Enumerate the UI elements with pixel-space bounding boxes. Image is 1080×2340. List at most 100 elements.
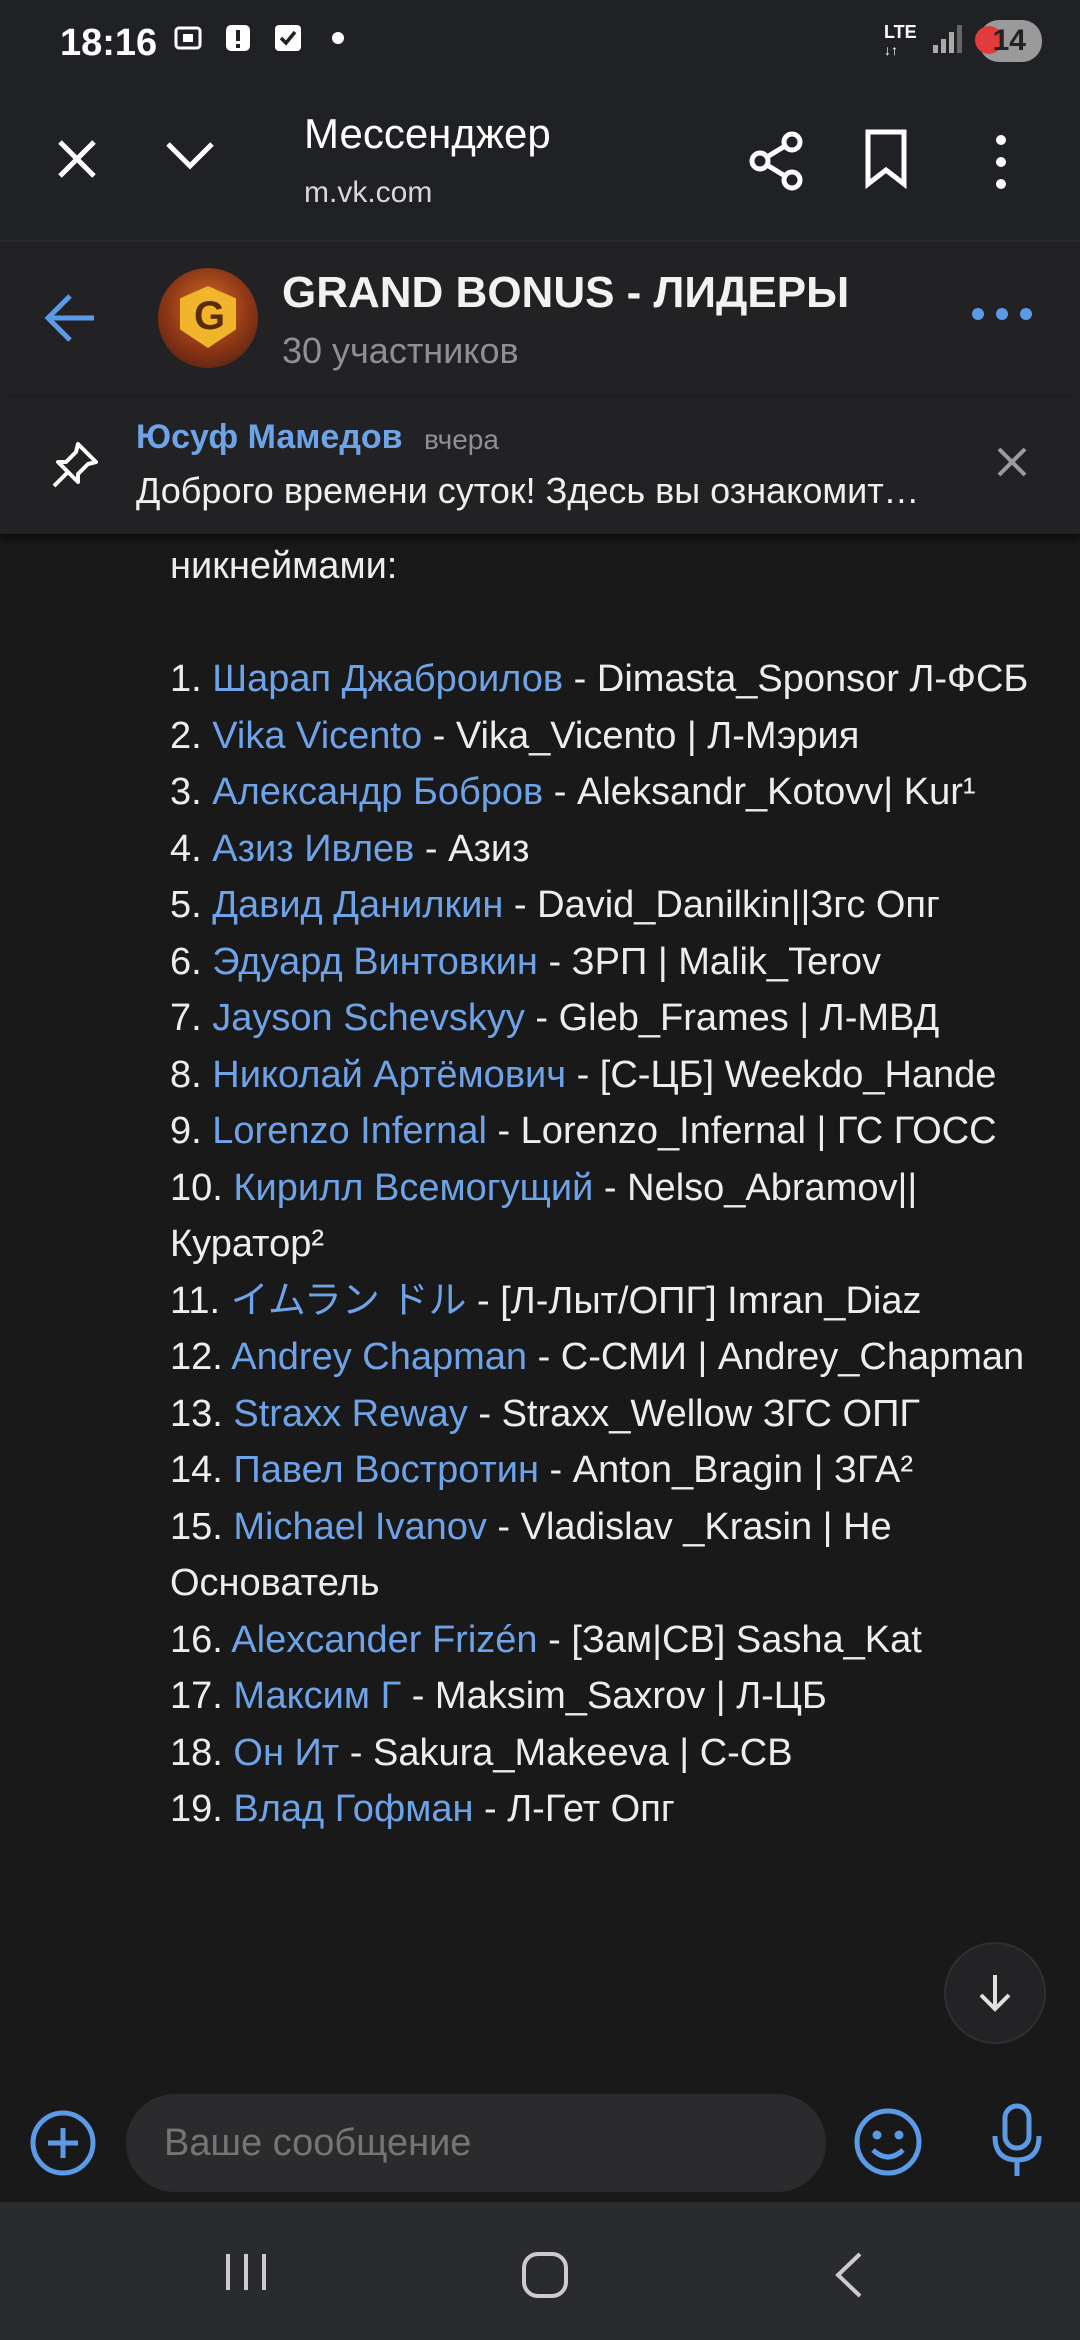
item-number: 9. — [170, 1110, 202, 1152]
member-link[interactable]: Давид Данилкин — [212, 884, 503, 926]
item-number: 6. — [170, 940, 202, 983]
page-url[interactable]: m.vk.com — [304, 176, 432, 210]
member-link[interactable]: Кирилл Всемогущий — [233, 1167, 593, 1209]
home-icon[interactable] — [520, 2250, 570, 2305]
dot-icon — [322, 22, 354, 54]
chat-header: G GRAND BONUS - ЛИДЕРЫ 30 участников — [0, 240, 1080, 400]
member-details: - Aleksandr_Kotovv| Kur¹ — [543, 771, 976, 813]
list-item: 6. Эдуард Винтовкин - ЗРП | Malik_Terov — [170, 934, 1050, 991]
member-details: - [Зам|СВ] Sasha_Kat — [537, 1618, 922, 1661]
list-item: 10. Кирилл Всемогущий - Nelso_Abramov|| … — [170, 1160, 1050, 1273]
member-details: - Азиз — [414, 827, 530, 870]
member-link[interactable]: Lorenzo Infernal — [212, 1110, 487, 1152]
item-number: 8. — [170, 1053, 202, 1096]
browser-toolbar: Мессенджер m.vk.com — [0, 88, 1080, 240]
item-number: 12. — [170, 1336, 223, 1378]
member-link[interactable]: Он Ит — [233, 1732, 339, 1774]
member-details: - Dimasta_Sponsor Л-ФСБ — [563, 658, 1029, 700]
item-number: 14. — [170, 1449, 223, 1491]
list-item: 18. Он Ит - Sakura_Makeeva | С-СВ — [170, 1725, 1050, 1782]
item-number: 15. — [170, 1505, 223, 1548]
pinned-author[interactable]: Юсуф Мамедов — [136, 418, 403, 457]
back-arrow-icon[interactable] — [40, 290, 100, 351]
list-item: 19. Влад Гофман - Л-Гет Опг — [170, 1781, 1050, 1838]
chat-member-count: 30 участников — [282, 330, 519, 371]
network-label: LTE ↓↑ — [883, 22, 917, 58]
scroll-down-button[interactable] — [944, 1942, 1046, 2044]
member-link[interactable]: Александр Бобров — [212, 771, 543, 813]
item-number: 10. — [170, 1166, 223, 1209]
member-link[interactable]: Шарап Джаброилов — [212, 658, 563, 700]
signal-icon — [931, 23, 965, 60]
member-link[interactable]: Jayson Schevskyy — [212, 997, 525, 1039]
member-link[interactable]: Michael Ivanov — [233, 1506, 486, 1548]
chat-title[interactable]: GRAND BONUS - ЛИДЕРЫ — [282, 268, 902, 318]
member-link[interactable]: Andrey Chapman — [231, 1336, 527, 1378]
attach-add-icon[interactable] — [28, 2108, 98, 2183]
member-details: - Л-Гет Опг — [473, 1788, 675, 1830]
status-system-icons: LTE ↓↑ 14 — [884, 20, 1042, 62]
chat-avatar[interactable]: G — [158, 268, 258, 368]
item-number: 11. — [170, 1279, 221, 1322]
microphone-icon[interactable] — [990, 2102, 1044, 2185]
message-input[interactable] — [126, 2094, 826, 2192]
member-link[interactable]: Влад Гофман — [233, 1788, 473, 1830]
alert-icon — [222, 22, 254, 54]
member-details: - Maksim_Saxrov | Л-ЦБ — [401, 1675, 827, 1717]
check-icon — [272, 22, 304, 54]
system-navigation-bar — [0, 2202, 1080, 2340]
message-list[interactable]: никнеймами: 1. Шарап Джаброилов - Dimast… — [0, 534, 1080, 2082]
list-item: 5. Давид Данилкин - David_Danilkin||Згс … — [170, 877, 1050, 934]
chevron-down-icon[interactable] — [162, 136, 218, 181]
back-icon[interactable] — [830, 2250, 866, 2305]
status-time: 18:16 — [60, 22, 158, 64]
more-vertical-icon[interactable] — [988, 132, 1014, 197]
list-item: 15. Michael Ivanov - Vladislav _Krasin |… — [170, 1499, 1050, 1612]
member-details: - С-СМИ | Andrey_Chapman — [527, 1336, 1025, 1378]
member-details: - [Л-Лыт/ОПГ] Imran_Diaz — [466, 1279, 922, 1322]
member-link[interactable]: Эдуард Винтовкин — [212, 941, 538, 983]
member-link[interactable]: Николай Артёмович — [212, 1054, 566, 1096]
screenshot-icon — [172, 22, 204, 54]
pin-icon — [48, 440, 100, 497]
list-item: 7. Jayson Schevskyy - Gleb_Frames | Л-МВ… — [170, 990, 1050, 1047]
recent-apps-icon[interactable] — [222, 2252, 270, 2297]
item-number: 13. — [170, 1392, 223, 1435]
member-link[interactable]: Азиз Ивлев — [212, 828, 414, 870]
list-item: 11. イムラン ドル - [Л-Лыт/ОПГ] Imran_Diaz — [170, 1273, 1050, 1330]
list-item: 2. Vika Vicento - Vika_Vicento | Л-Мэрия — [170, 708, 1050, 765]
emoji-icon[interactable] — [852, 2106, 924, 2183]
item-number: 18. — [170, 1731, 223, 1774]
member-details: - Straxx_Wellow ЗГС ОПГ — [467, 1392, 920, 1435]
member-details: - David_Danilkin||Згс Опг — [503, 884, 940, 926]
item-number: 1. — [170, 658, 202, 700]
member-details: - Anton_Bragin | ЗГА² — [538, 1449, 913, 1491]
list-item: 13. Straxx Reway - Straxx_Wellow ЗГС ОПГ — [170, 1386, 1050, 1443]
close-pinned-icon[interactable] — [994, 444, 1030, 485]
message-text: никнеймами: 1. Шарап Джаброилов - Dimast… — [170, 538, 1050, 1838]
close-icon[interactable] — [52, 134, 102, 189]
page-title: Мессенджер — [304, 110, 551, 157]
pinned-time: вчера — [424, 424, 499, 455]
member-link[interactable]: Straxx Reway — [233, 1393, 467, 1435]
member-link[interactable]: Vika Vicento — [212, 715, 422, 757]
member-details: - Lorenzo_Infernal | ГС ГОСС — [486, 1110, 997, 1152]
member-details: - Sakura_Makeeva | С-СВ — [339, 1731, 793, 1774]
member-link[interactable]: Максим Г — [233, 1675, 401, 1717]
list-item: 8. Николай Артёмович - [С-ЦБ] Weekdo_Han… — [170, 1047, 1050, 1104]
bookmark-icon[interactable] — [862, 128, 910, 195]
list-item: 12. Andrey Chapman - С-СМИ | Andrey_Chap… — [170, 1329, 1050, 1386]
share-icon[interactable] — [748, 130, 806, 197]
list-item: 14. Павел Вострoтин - Anton_Bragin | ЗГА… — [170, 1442, 1050, 1499]
item-number: 19. — [170, 1788, 223, 1830]
member-details: - Gleb_Frames | Л-МВД — [524, 997, 940, 1039]
list-item: 16. Alexcander Frizén - [Зам|СВ] Sasha_K… — [170, 1612, 1050, 1669]
member-link[interactable]: イムラン ドル — [231, 1280, 467, 1322]
member-details: - Vika_Vicento | Л-Мэрия — [422, 714, 860, 757]
pinned-message[interactable]: Юсуф Мамедов вчера Доброго времени суток… — [0, 398, 1080, 534]
member-link[interactable]: Alexcander Frizén — [231, 1619, 537, 1661]
more-horizontal-icon[interactable] — [970, 304, 1034, 329]
status-notification-icons — [172, 22, 354, 54]
member-link[interactable]: Павел Вострoтин — [233, 1449, 539, 1491]
item-number: 17. — [170, 1675, 223, 1717]
